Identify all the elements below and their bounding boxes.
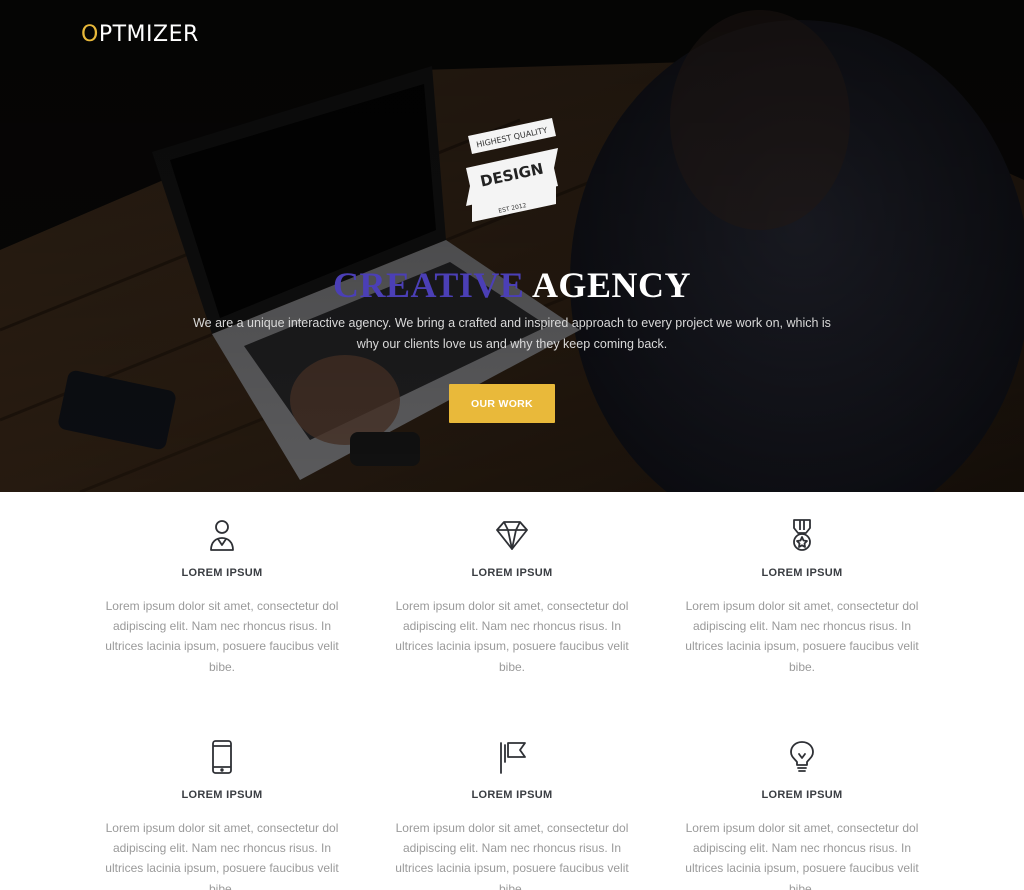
feature-card: LOREM IPSUM Lorem ipsum dolor sit amet, … [77, 518, 367, 677]
feature-description: Lorem ipsum dolor sit amet, consectetur … [395, 821, 629, 890]
headline-creative: CREATIVE [333, 265, 525, 305]
logo-first-letter: O [81, 22, 99, 47]
hero-section: OPTMIZER HIGHEST QUALITY DESIGN EST 2012… [0, 0, 1024, 492]
feature-description: Lorem ipsum dolor sit amet, consectetur … [105, 821, 339, 890]
feature-title: LOREM IPSUM [471, 567, 553, 579]
site-logo[interactable]: OPTMIZER [81, 22, 199, 47]
diamond-icon [496, 518, 528, 552]
feature-card: LOREM IPSUM Lorem ipsum dolor sit amet, … [657, 740, 947, 890]
feature-title: LOREM IPSUM [761, 567, 843, 579]
feature-title: LOREM IPSUM [181, 567, 263, 579]
feature-card: LOREM IPSUM Lorem ipsum dolor sit amet, … [367, 518, 657, 677]
our-work-button[interactable]: OUR WORK [449, 384, 555, 423]
lightbulb-icon [786, 740, 818, 774]
feature-title: LOREM IPSUM [181, 789, 263, 801]
user-icon [206, 518, 238, 552]
feature-card: LOREM IPSUM Lorem ipsum dolor sit amet, … [657, 518, 947, 677]
feature-title: LOREM IPSUM [761, 789, 843, 801]
feature-description: Lorem ipsum dolor sit amet, consectetur … [685, 821, 919, 890]
feature-description: Lorem ipsum dolor sit amet, consectetur … [395, 599, 629, 674]
feature-card: LOREM IPSUM Lorem ipsum dolor sit amet, … [77, 740, 367, 890]
headline-agency: AGENCY [531, 265, 691, 305]
feature-description: Lorem ipsum dolor sit amet, consectetur … [105, 599, 339, 674]
feature-description: Lorem ipsum dolor sit amet, consectetur … [685, 599, 919, 674]
logo-text: PTMIZER [98, 22, 199, 47]
quality-badge-image: HIGHEST QUALITY DESIGN EST 2012 [462, 116, 562, 228]
features-section: LOREM IPSUM Lorem ipsum dolor sit amet, … [0, 492, 1024, 890]
smartphone-icon [206, 740, 238, 774]
flag-icon [496, 740, 528, 774]
medal-icon [786, 518, 818, 552]
feature-title: LOREM IPSUM [471, 789, 553, 801]
feature-card: LOREM IPSUM Lorem ipsum dolor sit amet, … [367, 740, 657, 890]
hero-headline: CREATIVE AGENCY [0, 264, 1024, 306]
hero-description: We are a unique interactive agency. We b… [193, 316, 831, 351]
